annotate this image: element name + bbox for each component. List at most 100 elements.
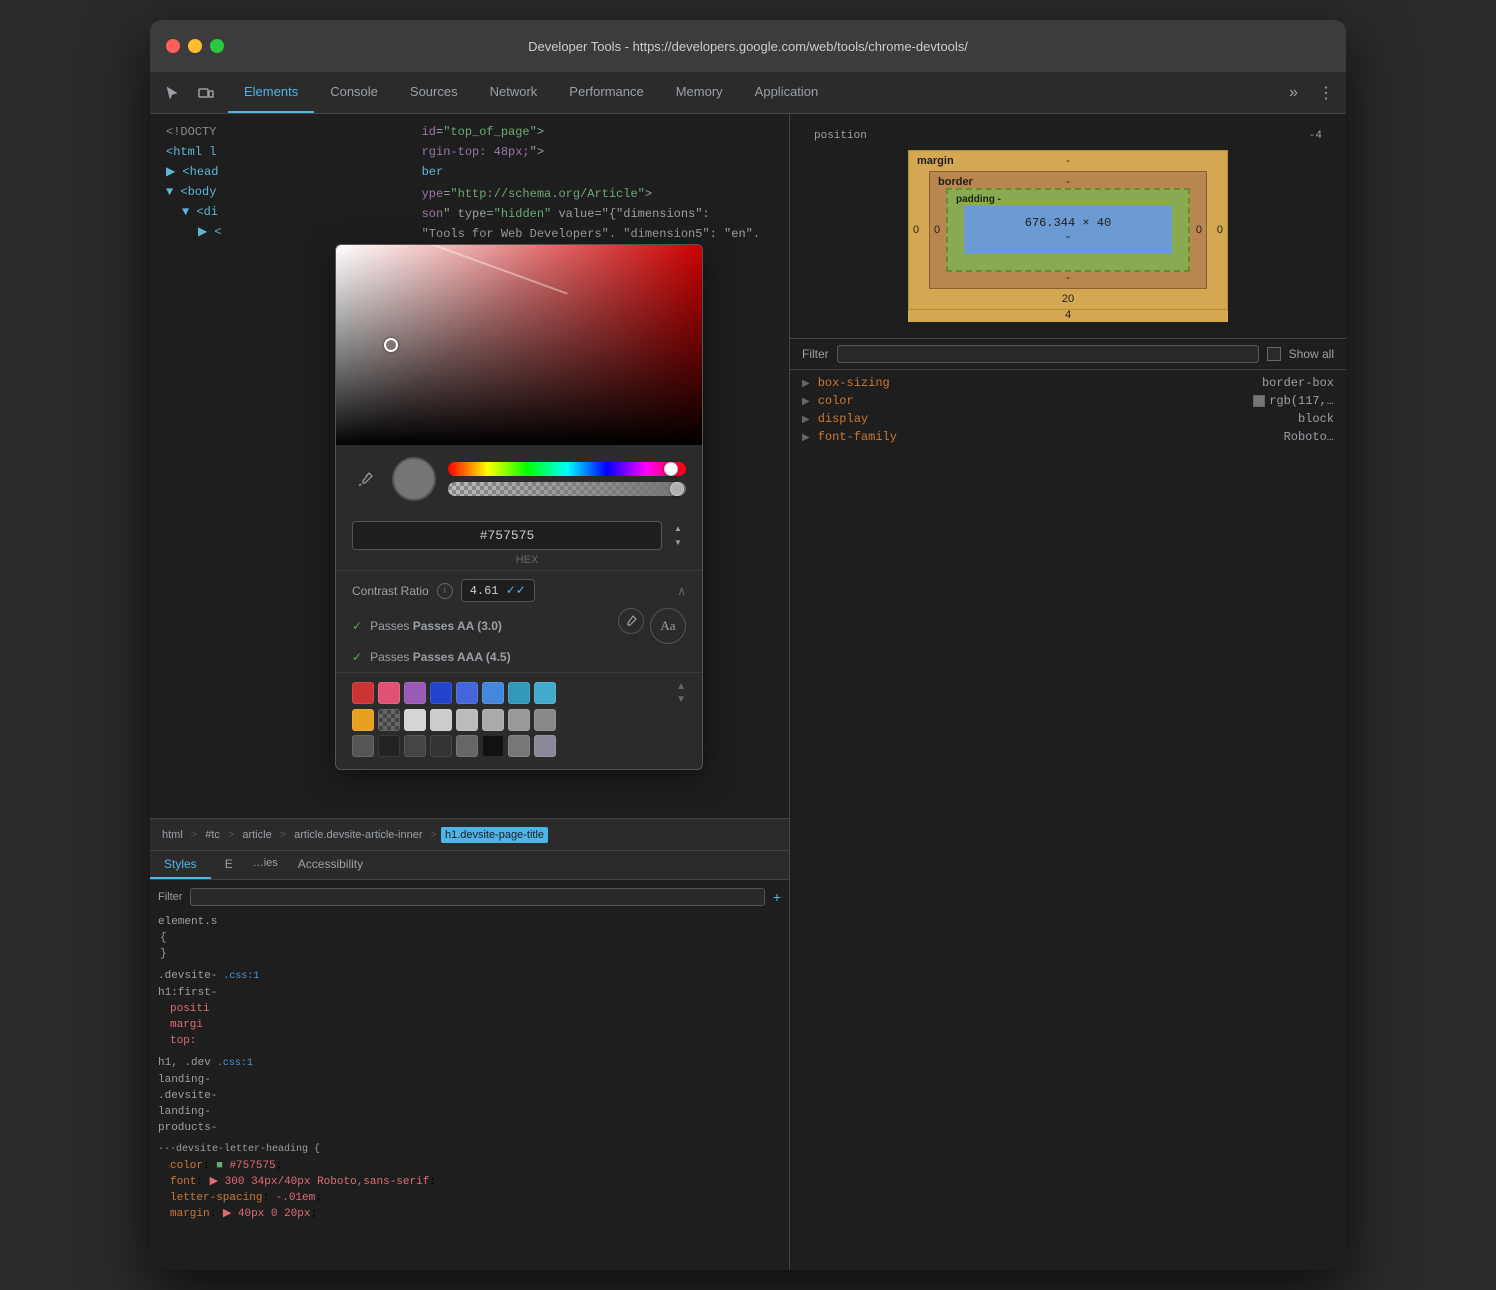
eyedropper-small-button[interactable] bbox=[618, 608, 644, 634]
swatch-transparent[interactable] bbox=[378, 709, 400, 731]
border-top: - bbox=[1066, 176, 1070, 188]
color-gradient[interactable] bbox=[336, 245, 702, 445]
hex-input[interactable] bbox=[352, 521, 662, 550]
contrast-info-button[interactable]: i bbox=[437, 583, 453, 599]
hex-input-row: ▲ ▼ bbox=[336, 513, 702, 554]
show-all-label: Show all bbox=[1289, 347, 1334, 361]
color-picker: ▲ ▼ HEX Contrast Ratio i 4.61 ✓✓ ∧ bbox=[335, 244, 703, 770]
cursor-icon[interactable] bbox=[158, 79, 186, 107]
breadcrumb-bar: html > #tc > article > article.devsite-a… bbox=[150, 818, 789, 850]
contrast-check-icon: ✓✓ bbox=[506, 584, 526, 598]
swatch[interactable] bbox=[482, 709, 504, 731]
tab-application[interactable]: Application bbox=[739, 72, 835, 113]
tab-console[interactable]: Console bbox=[314, 72, 394, 113]
outer-value: 4 bbox=[908, 310, 1228, 322]
swatch[interactable] bbox=[456, 735, 478, 757]
breadcrumb-article-inner[interactable]: article.devsite-article-inner bbox=[290, 827, 426, 843]
swatch[interactable] bbox=[430, 709, 452, 731]
swatch[interactable] bbox=[534, 709, 556, 731]
expand-icon[interactable]: ▶ bbox=[802, 432, 810, 443]
passes-aa-row: ✓ Passes Passes AA (3.0) Aa bbox=[352, 608, 686, 644]
right-panel: position -4 margin - 0 20 0 border - bbox=[790, 114, 1346, 1270]
computed-filter-input[interactable] bbox=[837, 345, 1259, 363]
css-rule-element: element.s { } bbox=[158, 914, 781, 962]
breadcrumb-tc[interactable]: #tc bbox=[201, 827, 224, 843]
contrast-value: 4.61 ✓✓ bbox=[461, 579, 535, 602]
minimize-button[interactable] bbox=[188, 39, 202, 53]
border-left: 0 bbox=[934, 224, 940, 236]
close-button[interactable] bbox=[166, 39, 180, 53]
swatches-scroll-button[interactable]: ▲ ▼ bbox=[676, 681, 686, 705]
swatch[interactable] bbox=[534, 682, 556, 704]
tab-event-listeners[interactable]: E bbox=[211, 851, 247, 879]
swatch[interactable] bbox=[352, 709, 374, 731]
hex-decrement-button[interactable]: ▼ bbox=[670, 537, 686, 549]
swatch[interactable] bbox=[352, 682, 374, 704]
swatch[interactable] bbox=[352, 735, 374, 757]
aa-preview-button[interactable]: Aa bbox=[650, 608, 686, 644]
swatch[interactable] bbox=[508, 682, 530, 704]
tab-sources[interactable]: Sources bbox=[394, 72, 474, 113]
swatch[interactable] bbox=[430, 735, 452, 757]
styles-content: Filter + element.s { } .devsite- .css:1 … bbox=[150, 880, 789, 1270]
filter-row: Filter + bbox=[158, 888, 781, 906]
expand-icon[interactable]: ▶ bbox=[802, 396, 810, 407]
main-content: <!DOCTY <html l ▶ <head ▼ <body ▼ <di ▶ … bbox=[150, 114, 1346, 1270]
swatch[interactable] bbox=[404, 735, 426, 757]
hex-increment-button[interactable]: ▲ bbox=[670, 523, 686, 535]
breadcrumb-h1[interactable]: h1.devsite-page-title bbox=[441, 827, 548, 843]
kebab-menu-button[interactable]: ⋮ bbox=[1306, 72, 1346, 113]
swatch[interactable] bbox=[378, 682, 400, 704]
breadcrumb-article[interactable]: article bbox=[238, 827, 275, 843]
devtools-window: Developer Tools - https://developers.goo… bbox=[150, 20, 1346, 1270]
computed-props: ▶ box-sizing border-box ▶ color rgb(117,… bbox=[790, 370, 1346, 450]
alpha-slider[interactable] bbox=[448, 482, 686, 496]
computed-filter-row: Filter Show all bbox=[790, 339, 1346, 370]
contrast-row: Contrast Ratio i 4.61 ✓✓ ∧ bbox=[352, 579, 686, 602]
margin-bottom: 20 bbox=[1062, 293, 1074, 305]
maximize-button[interactable] bbox=[210, 39, 224, 53]
swatch[interactable] bbox=[378, 735, 400, 757]
swatch[interactable] bbox=[456, 709, 478, 731]
filter-input[interactable] bbox=[190, 888, 764, 906]
tab-performance[interactable]: Performance bbox=[553, 72, 659, 113]
styles-tabs: Styles E …ies Accessibility bbox=[150, 851, 789, 880]
device-toggle-icon[interactable] bbox=[192, 79, 220, 107]
swatch[interactable] bbox=[404, 709, 426, 731]
hex-label: HEX bbox=[352, 554, 702, 570]
swatch[interactable] bbox=[508, 735, 530, 757]
css-rule-heading: ···devsite-letter-heading { color: ■ #75… bbox=[158, 1142, 781, 1222]
prop-name: font-family bbox=[818, 430, 938, 444]
swatch[interactable] bbox=[482, 735, 504, 757]
tab-properties[interactable]: …ies bbox=[247, 851, 284, 879]
expand-icon[interactable]: ▶ bbox=[802, 414, 810, 425]
hue-slider[interactable] bbox=[448, 462, 686, 476]
box-model-border: border - 0 - 0 padding - 676.344 × 40 bbox=[929, 171, 1207, 289]
swatch[interactable] bbox=[430, 682, 452, 704]
add-style-button[interactable]: + bbox=[773, 889, 781, 905]
swatch[interactable] bbox=[482, 682, 504, 704]
swatch[interactable] bbox=[534, 735, 556, 757]
swatch[interactable] bbox=[508, 709, 530, 731]
swatch[interactable] bbox=[404, 682, 426, 704]
tab-memory[interactable]: Memory bbox=[660, 72, 739, 113]
expand-icon[interactable]: ▶ bbox=[802, 378, 810, 389]
breadcrumb-html[interactable]: html bbox=[158, 827, 187, 843]
tab-elements[interactable]: Elements bbox=[228, 72, 314, 113]
window-title: Developer Tools - https://developers.goo… bbox=[528, 39, 968, 54]
tab-accessibility[interactable]: Accessibility bbox=[284, 851, 377, 879]
contrast-expand-button[interactable]: ∧ bbox=[677, 584, 686, 598]
swatch[interactable] bbox=[456, 682, 478, 704]
position-value: -4 bbox=[1309, 130, 1322, 142]
show-all-checkbox[interactable] bbox=[1267, 347, 1281, 361]
pass-actions: Aa bbox=[618, 608, 686, 644]
tab-styles[interactable]: Styles bbox=[150, 851, 211, 879]
color-controls bbox=[336, 445, 702, 513]
contrast-section: Contrast Ratio i 4.61 ✓✓ ∧ ✓ Passes Pass… bbox=[336, 570, 702, 672]
tab-network[interactable]: Network bbox=[474, 72, 554, 113]
prop-value: rgb(117,… bbox=[1269, 394, 1334, 408]
more-tabs-button[interactable]: » bbox=[1281, 72, 1306, 113]
eyedropper-button[interactable] bbox=[352, 465, 380, 493]
margin-label: margin bbox=[917, 155, 954, 167]
box-model-content: 676.344 × 40 - bbox=[964, 206, 1172, 254]
